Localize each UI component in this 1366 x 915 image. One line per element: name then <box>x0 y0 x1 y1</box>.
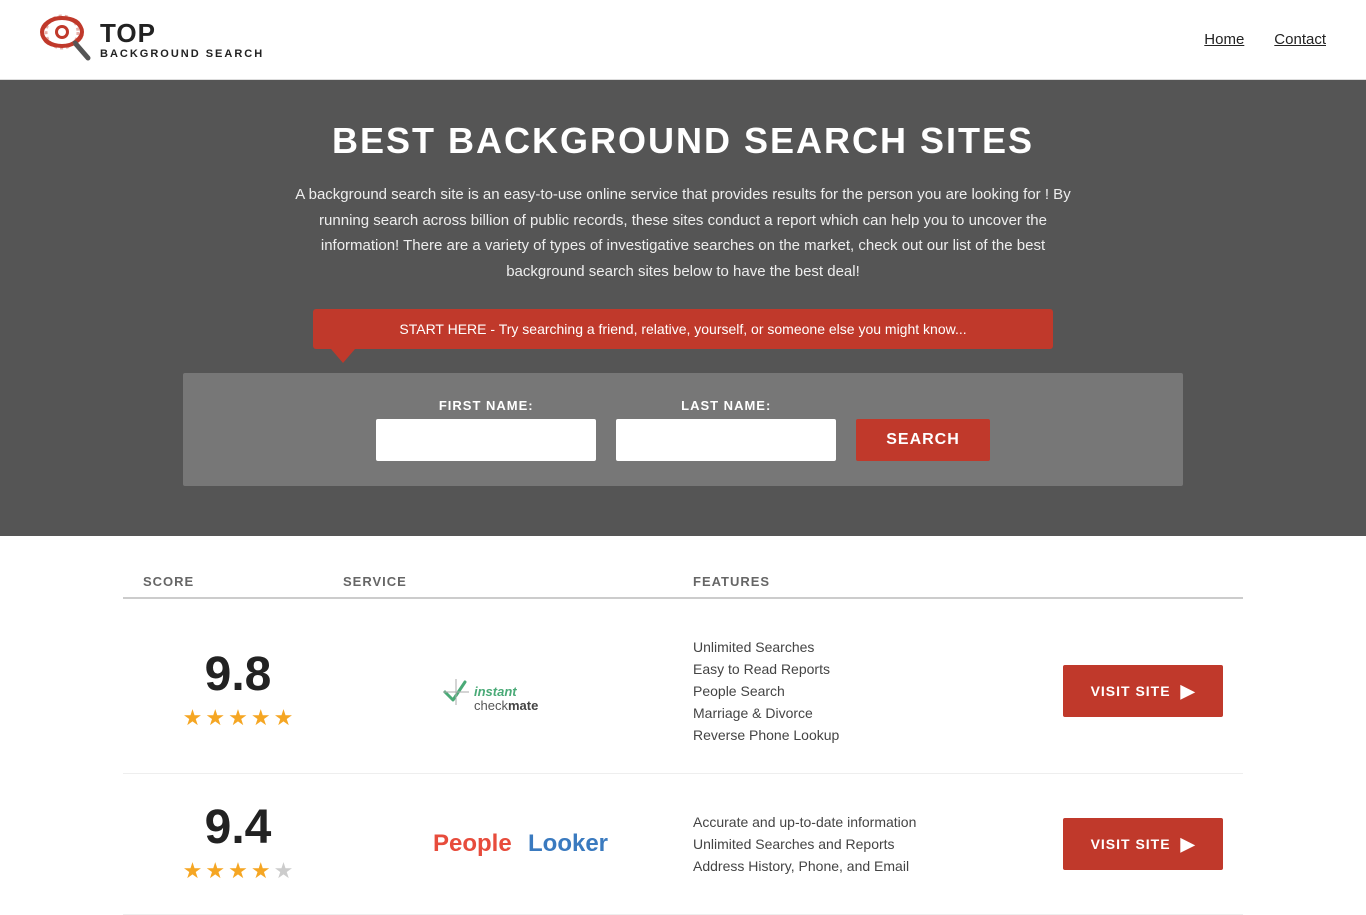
site-header: TOP BACKGROUND SEARCH Home Contact <box>0 0 1366 80</box>
star-2-1: ★ <box>183 858 203 884</box>
features-cell-1: Unlimited Searches Easy to Read Reports … <box>693 639 1043 743</box>
feature-2-3: Address History, Phone, and Email <box>693 858 1043 874</box>
score-cell-1: 9.8 ★ ★ ★ ★ ★ <box>123 651 343 731</box>
visit-label-1: VISIT SITE <box>1091 683 1171 699</box>
service-cell-1: instant checkmate <box>343 666 693 716</box>
logo-text: TOP BACKGROUND SEARCH <box>100 19 264 60</box>
checkmate-logo: instant checkmate <box>438 666 598 716</box>
star-2-2: ★ <box>205 858 225 884</box>
feature-1-2: Easy to Read Reports <box>693 661 1043 677</box>
visit-button-1[interactable]: VISIT SITE ▶ <box>1063 665 1223 717</box>
logo-icon <box>40 10 100 70</box>
feature-2-2: Unlimited Searches and Reports <box>693 836 1043 852</box>
action-cell-2: VISIT SITE ▶ <box>1043 818 1243 870</box>
action-cell-1: VISIT SITE ▶ <box>1043 665 1243 717</box>
last-name-input[interactable] <box>616 419 836 461</box>
callout-wrap: START HERE - Try searching a friend, rel… <box>313 309 1053 363</box>
logo-top-text: TOP <box>100 19 264 48</box>
stars-2: ★ ★ ★ ★ ★ <box>183 858 294 884</box>
star-1-1: ★ <box>183 705 203 731</box>
logo: TOP BACKGROUND SEARCH <box>40 10 264 70</box>
nav-contact[interactable]: Contact <box>1274 31 1326 48</box>
col-score: SCORE <box>123 574 343 589</box>
last-name-label: LAST NAME: <box>616 398 836 413</box>
svg-text:checkmate: checkmate <box>474 698 538 713</box>
svg-text:instant: instant <box>474 684 517 699</box>
stars-1: ★ ★ ★ ★ ★ <box>183 705 294 731</box>
feature-1-5: Reverse Phone Lookup <box>693 727 1043 743</box>
svg-text:Looker: Looker <box>528 830 608 857</box>
nav-home[interactable]: Home <box>1204 31 1244 48</box>
table-header: SCORE SERVICE FEATURES <box>123 566 1243 599</box>
first-name-input[interactable] <box>376 419 596 461</box>
features-cell-2: Accurate and up-to-date information Unli… <box>693 814 1043 874</box>
callout-arrow <box>331 349 355 363</box>
last-name-group: LAST NAME: <box>616 398 836 461</box>
score-value-2: 9.4 <box>205 804 272 852</box>
table-row: 9.4 ★ ★ ★ ★ ★ People Looker Accurate and… <box>123 774 1243 915</box>
service-cell-2: People Looker <box>343 816 693 873</box>
first-name-group: FIRST NAME: <box>376 398 596 461</box>
search-form: FIRST NAME: LAST NAME: SEARCH <box>183 373 1183 486</box>
score-value-1: 9.8 <box>205 651 272 699</box>
star-1-3: ★ <box>228 705 248 731</box>
feature-1-3: People Search <box>693 683 1043 699</box>
star-2-5: ★ <box>274 858 294 884</box>
logo-bottom-text: BACKGROUND SEARCH <box>100 48 264 60</box>
arrow-icon-2: ▶ <box>1181 834 1196 855</box>
callout-box: START HERE - Try searching a friend, rel… <box>313 309 1053 349</box>
hero-description: A background search site is an easy-to-u… <box>293 182 1073 284</box>
star-2-4: ★ <box>251 858 271 884</box>
results-table: SCORE SERVICE FEATURES 9.8 ★ ★ ★ ★ ★ <box>103 566 1263 915</box>
feature-1-4: Marriage & Divorce <box>693 705 1043 721</box>
arrow-icon-1: ▶ <box>1181 681 1196 702</box>
first-name-label: FIRST NAME: <box>376 398 596 413</box>
star-1-5: ★ <box>274 705 294 731</box>
col-service: SERVICE <box>343 574 693 589</box>
main-nav: Home Contact <box>1204 31 1326 48</box>
visit-label-2: VISIT SITE <box>1091 836 1171 852</box>
peoplelooker-logo: People Looker <box>428 816 608 873</box>
star-1-4: ★ <box>251 705 271 731</box>
col-features: FEATURES <box>693 574 1043 589</box>
star-1-2: ★ <box>205 705 225 731</box>
table-row: 9.8 ★ ★ ★ ★ ★ instant <box>123 609 1243 774</box>
svg-text:People: People <box>433 830 512 857</box>
visit-button-2[interactable]: VISIT SITE ▶ <box>1063 818 1223 870</box>
star-2-3: ★ <box>228 858 248 884</box>
col-action <box>1043 574 1243 589</box>
hero-section: BEST BACKGROUND SEARCH SITES A backgroun… <box>0 80 1366 536</box>
search-button[interactable]: SEARCH <box>856 419 990 461</box>
feature-1-1: Unlimited Searches <box>693 639 1043 655</box>
feature-2-1: Accurate and up-to-date information <box>693 814 1043 830</box>
hero-title: BEST BACKGROUND SEARCH SITES <box>20 120 1346 162</box>
score-cell-2: 9.4 ★ ★ ★ ★ ★ <box>123 804 343 884</box>
